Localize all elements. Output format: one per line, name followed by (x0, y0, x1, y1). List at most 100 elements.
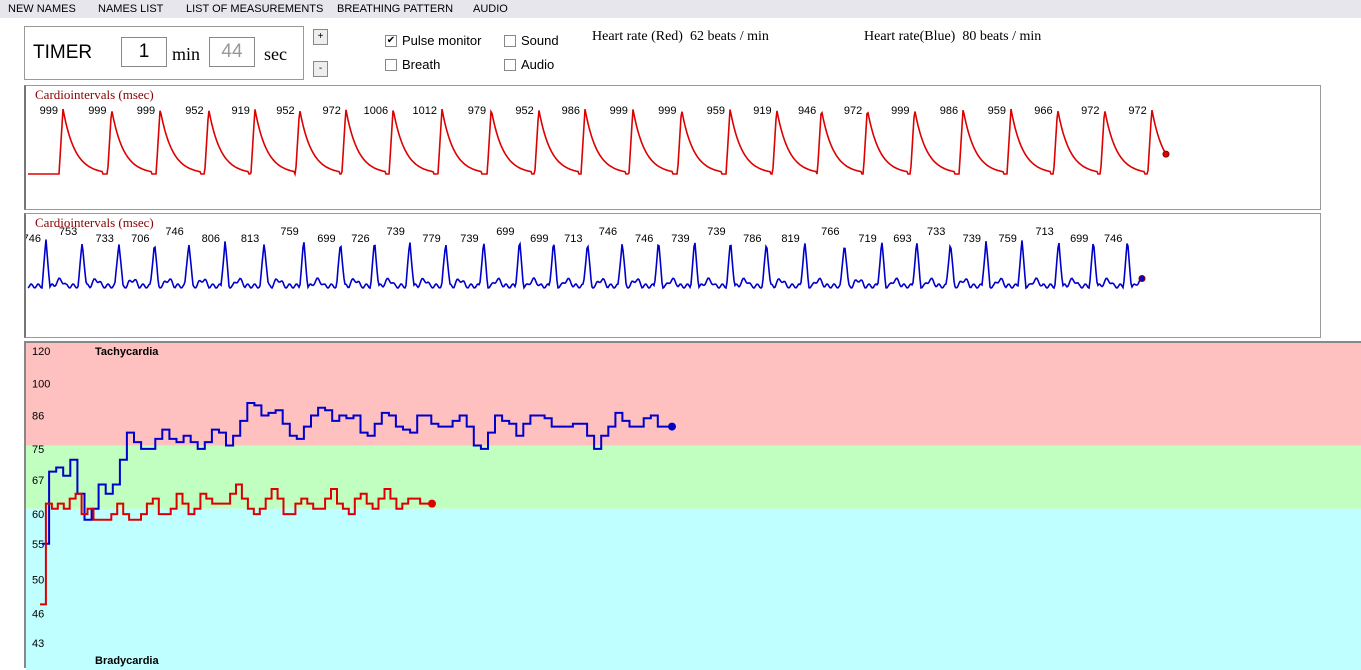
interval-label: 766 (821, 226, 839, 238)
interval-label: 739 (707, 226, 725, 238)
zone-band (26, 445, 1361, 509)
interval-label: 952 (515, 105, 533, 117)
interval-label: 759 (999, 233, 1017, 245)
heart-rate-blue: Heart rate(Blue) 80 beats / min (864, 29, 1042, 44)
interval-label: 739 (963, 233, 981, 245)
panel-title: Cardiointervals (msec) (35, 215, 154, 230)
panel-title: Cardiointervals (msec) (35, 87, 154, 102)
interval-label: 966 (1034, 105, 1052, 117)
timer-label: TIMER (33, 42, 93, 63)
timer-panel: TIMER min sec (24, 26, 304, 80)
y-tick-label: 100 (32, 379, 50, 391)
interval-label: 972 (1081, 105, 1099, 117)
interval-label: 739 (387, 226, 405, 238)
interval-label: 986 (940, 105, 958, 117)
interval-label: 959 (707, 105, 725, 117)
interval-label: 699 (1070, 233, 1088, 245)
heart-rate-trend-chart: Tachycardia Bradycardia 120 100 86 75 67 60 55 50… (24, 341, 1361, 670)
interval-label: 746 (1104, 233, 1122, 245)
red-waveform-chart: 999 999 999 952 919 952 972 1006 1012 979 952 986 99… (28, 105, 1170, 178)
zone-band (26, 343, 1361, 446)
pulse-monitor-checkbox[interactable]: ✔ Pulse monitor (385, 33, 481, 48)
zone-band (26, 508, 1361, 670)
breath-checkbox[interactable]: Breath (385, 57, 440, 72)
pulse-monitor-label: Pulse monitor (402, 33, 482, 48)
breath-label: Breath (402, 57, 441, 72)
interval-label: 739 (671, 233, 689, 245)
audio-checkbox[interactable]: Audio (504, 57, 554, 72)
waveform-end-dot (1162, 150, 1170, 158)
min-unit: min (172, 44, 201, 64)
menu-breathing-pattern[interactable]: BREATHING PATTERN (337, 3, 453, 15)
sound-checkbox[interactable]: Sound (504, 33, 559, 48)
interval-label: 759 (280, 226, 298, 238)
y-tick-label: 67 (32, 475, 44, 487)
interval-label: 999 (137, 105, 155, 117)
increment-button[interactable]: + (313, 29, 328, 45)
interval-label: 819 (781, 233, 799, 245)
y-tick-label: 43 (32, 638, 44, 650)
interval-label: 986 (562, 105, 580, 117)
interval-label: 972 (1128, 105, 1146, 117)
y-tick-label: 50 (32, 574, 44, 586)
interval-label: 972 (844, 105, 862, 117)
interval-label: 946 (798, 105, 816, 117)
interval-label: 999 (891, 105, 909, 117)
y-tick-label: 75 (32, 444, 44, 456)
interval-label: 1012 (412, 105, 436, 117)
menu-new-names[interactable]: NEW NAMES (8, 3, 76, 15)
interval-label: 952 (276, 105, 294, 117)
interval-label: 746 (26, 233, 41, 245)
zone-label-tachycardia: Tachycardia (95, 346, 159, 358)
interval-label: 999 (88, 105, 106, 117)
interval-label: 786 (743, 233, 761, 245)
interval-label: 746 (635, 233, 653, 245)
interval-label: 699 (496, 226, 514, 238)
interval-label: 739 (460, 233, 478, 245)
y-tick-label: 55 (32, 539, 44, 551)
audio-label: Audio (521, 57, 555, 72)
interval-label: 733 (927, 226, 945, 238)
blue-waveform-chart: 7467537337067468068137596997267397797396… (26, 226, 1146, 290)
menu-names-list[interactable]: NAMES LIST (98, 3, 163, 15)
y-tick-label: 60 (32, 509, 44, 521)
interval-label: 726 (351, 233, 369, 245)
sec-unit: sec (264, 44, 287, 64)
check-icon: ✔ (385, 34, 397, 47)
zone-label-bradycardia: Bradycardia (95, 655, 159, 667)
blue-end-dot (668, 422, 676, 431)
interval-label: 952 (185, 105, 203, 117)
menu-audio[interactable]: AUDIO (473, 3, 508, 15)
interval-label: 979 (468, 105, 486, 117)
interval-label: 999 (40, 105, 58, 117)
interval-label: 919 (753, 105, 771, 117)
interval-label: 713 (1035, 226, 1053, 238)
interval-label: 693 (893, 233, 911, 245)
interval-label: 959 (988, 105, 1006, 117)
red-cardiointervals-panel: 999 999 999 952 919 952 972 1006 1012 979 952 986 99… (24, 85, 1321, 210)
interval-label: 706 (131, 233, 149, 245)
interval-label: 999 (610, 105, 628, 117)
interval-label: 1006 (364, 105, 388, 117)
interval-label: 746 (599, 226, 617, 238)
interval-label: 806 (202, 233, 220, 245)
interval-label: 919 (232, 105, 250, 117)
menu-list-of-measurements[interactable]: LIST OF MEASUREMENTS (186, 3, 323, 15)
heart-rate-red: Heart rate (Red) 62 beats / min (592, 29, 769, 44)
interval-label: 699 (530, 233, 548, 245)
blue-waveform-line (27, 239, 1143, 290)
interval-label: 813 (241, 233, 259, 245)
interval-label: 699 (317, 233, 335, 245)
interval-label: 746 (165, 226, 183, 238)
y-tick-label: 86 (32, 411, 44, 423)
interval-label: 713 (564, 233, 582, 245)
decrement-button[interactable]: - (313, 61, 328, 77)
seconds-input[interactable] (209, 37, 255, 67)
interval-label: 999 (658, 105, 676, 117)
checkbox-box (504, 58, 516, 71)
checkbox-box (504, 34, 516, 47)
interval-label: 719 (858, 233, 876, 245)
waveform-end-dot (1138, 275, 1146, 282)
minutes-input[interactable] (121, 37, 167, 67)
interval-label: 972 (322, 105, 340, 117)
